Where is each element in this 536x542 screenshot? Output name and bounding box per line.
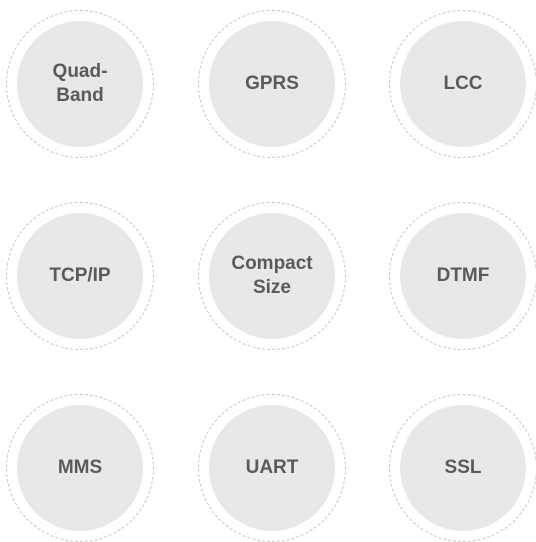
feature-badge-dtmf: DTMF	[389, 202, 536, 350]
feature-label: UART	[245, 457, 299, 478]
feature-label: TCP/IP	[49, 265, 111, 286]
feature-grid: Quad- Band GPRS LCC TCP/IP Compact Size …	[0, 0, 536, 542]
feature-label: MMS	[57, 457, 103, 478]
feature-badge-ssl: SSL	[389, 394, 536, 542]
feature-badge-mms: MMS	[6, 394, 154, 542]
feature-badge-circle: Quad- Band	[17, 21, 143, 147]
feature-badge-tcp-ip: TCP/IP	[6, 202, 154, 350]
feature-badge-circle: TCP/IP	[17, 213, 143, 339]
feature-badge-circle: GPRS	[209, 21, 335, 147]
feature-label: Compact Size	[231, 253, 313, 298]
feature-badge-circle: DTMF	[400, 213, 526, 339]
feature-label: GPRS	[245, 73, 299, 94]
feature-label: LCC	[443, 73, 483, 94]
feature-badge-uart: UART	[198, 394, 346, 542]
feature-badge-quad-band: Quad- Band	[6, 10, 154, 158]
feature-label: SSL	[444, 457, 482, 478]
feature-badge-circle: LCC	[400, 21, 526, 147]
feature-badge-circle: UART	[209, 405, 335, 531]
feature-badge-circle: MMS	[17, 405, 143, 531]
feature-badge-circle: SSL	[400, 405, 526, 531]
feature-label: DTMF	[436, 265, 490, 286]
feature-badge-gprs: GPRS	[198, 10, 346, 158]
feature-badge-circle: Compact Size	[209, 213, 335, 339]
feature-label: Quad- Band	[52, 61, 108, 106]
feature-badge-lcc: LCC	[389, 10, 536, 158]
feature-badge-compact-size: Compact Size	[198, 202, 346, 350]
